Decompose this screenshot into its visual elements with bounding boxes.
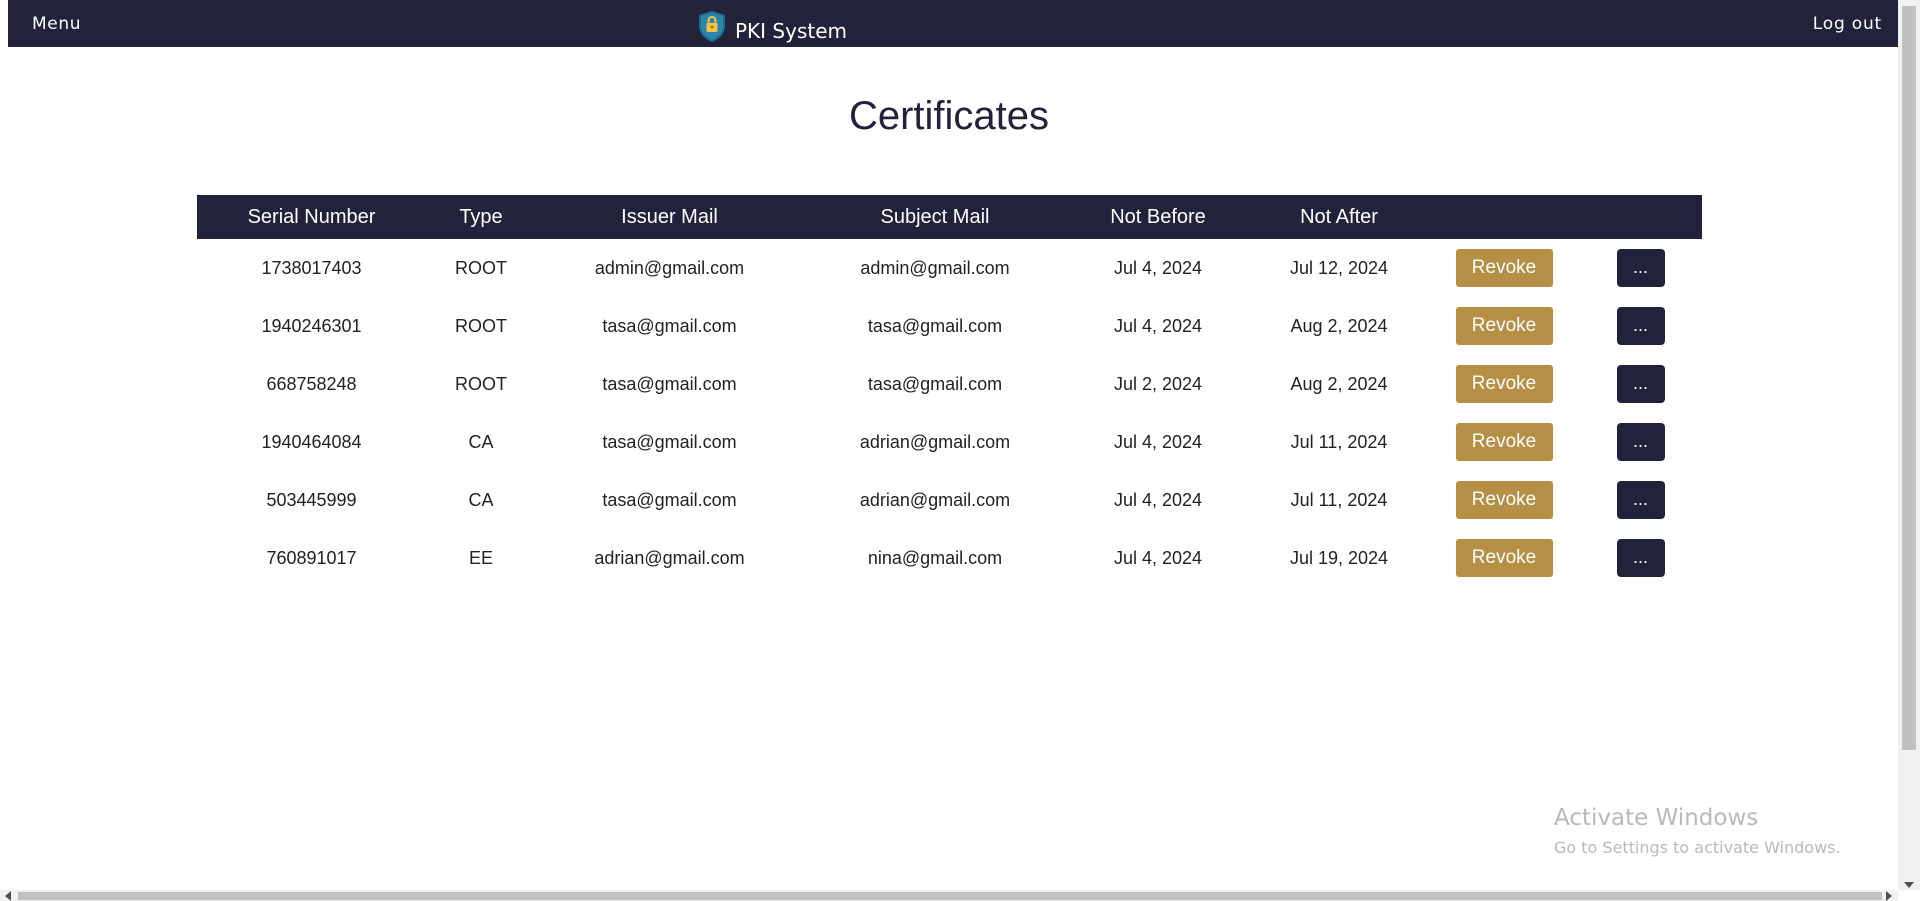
not-after-cell: Aug 2, 2024 <box>1290 315 1388 336</box>
type-cell: ROOT <box>455 373 507 394</box>
table-row: 760891017 EE adrian@gmail.com nina@gmail… <box>197 529 1702 587</box>
horizontal-scrollbar-thumb[interactable] <box>18 892 1882 900</box>
type-cell: ROOT <box>455 257 507 278</box>
not-after-cell: Jul 19, 2024 <box>1289 547 1389 568</box>
revoke-button[interactable]: Revoke <box>1455 423 1553 461</box>
issuer-cell: adrian@gmail.com <box>594 547 745 568</box>
shield-lock-icon <box>698 10 726 43</box>
revoke-button[interactable]: Revoke <box>1455 481 1553 519</box>
issuer-cell: admin@gmail.com <box>594 257 745 278</box>
not-after-cell: Jul 12, 2024 <box>1289 257 1389 278</box>
serial-cell: 1940464084 <box>261 431 362 452</box>
more-cell: ... <box>1579 297 1702 355</box>
page-title: Certificates <box>848 94 1050 138</box>
activate-windows-watermark: Activate Windows Go to Settings to activ… <box>1554 805 1841 857</box>
subject-cell: nina@gmail.com <box>867 547 1003 568</box>
table-row: 1940246301 ROOT tasa@gmail.com tasa@gmai… <box>197 297 1702 355</box>
serial-cell: 1738017403 <box>261 257 362 278</box>
header-not-after: Not After <box>1300 205 1378 228</box>
not-after-cell: Aug 2, 2024 <box>1290 373 1388 394</box>
issuer-cell: tasa@gmail.com <box>602 315 737 336</box>
table-row: 668758248 ROOT tasa@gmail.com tasa@gmail… <box>197 355 1702 413</box>
not-before-cell: Jul 4, 2024 <box>1113 257 1203 278</box>
revoke-cell: Revoke <box>1429 355 1579 413</box>
table-row: 503445999 CA tasa@gmail.com adrian@gmail… <box>197 471 1702 529</box>
revoke-cell: Revoke <box>1429 297 1579 355</box>
not-before-cell: Jul 2, 2024 <box>1113 373 1203 394</box>
not-after-cell: Jul 11, 2024 <box>1290 431 1388 452</box>
issuer-cell: tasa@gmail.com <box>602 489 737 510</box>
header-type: Type <box>459 205 503 228</box>
certificates-table: Serial Number Type Issuer Mail Subject M… <box>197 195 1702 587</box>
revoke-cell: Revoke <box>1429 239 1579 297</box>
more-options-button[interactable]: ... <box>1616 481 1665 519</box>
subject-cell: tasa@gmail.com <box>867 373 1003 394</box>
subject-cell: tasa@gmail.com <box>867 315 1003 336</box>
table-row: 1738017403 ROOT admin@gmail.com admin@gm… <box>197 239 1702 297</box>
revoke-cell: Revoke <box>1429 471 1579 529</box>
subject-cell: adrian@gmail.com <box>859 431 1011 452</box>
vertical-scrollbar[interactable] <box>1898 0 1920 890</box>
more-options-button[interactable]: ... <box>1616 249 1665 287</box>
not-after-cell: Jul 11, 2024 <box>1290 489 1388 510</box>
subject-cell: admin@gmail.com <box>860 257 1010 278</box>
revoke-button[interactable]: Revoke <box>1455 539 1553 577</box>
header-issuer-mail: Issuer Mail <box>621 205 718 228</box>
serial-cell: 1940246301 <box>261 315 362 336</box>
subject-cell: adrian@gmail.com <box>859 489 1011 510</box>
type-cell: CA <box>468 431 494 452</box>
menu-button[interactable]: Menu <box>32 14 81 34</box>
revoke-button[interactable]: Revoke <box>1455 307 1553 345</box>
header-revoke-column <box>1429 195 1579 239</box>
revoke-cell: Revoke <box>1429 413 1579 471</box>
serial-cell: 503445999 <box>266 489 357 510</box>
header-serial-number: Serial Number <box>247 205 376 228</box>
revoke-button[interactable]: Revoke <box>1455 365 1553 403</box>
brand-link[interactable]: PKI System <box>698 6 847 46</box>
brand-name: PKI System <box>735 19 848 43</box>
not-before-cell: Jul 4, 2024 <box>1113 431 1203 452</box>
more-cell: ... <box>1579 413 1702 471</box>
not-before-cell: Jul 4, 2024 <box>1113 489 1203 510</box>
more-cell: ... <box>1579 471 1702 529</box>
serial-cell: 668758248 <box>266 373 357 394</box>
more-options-button[interactable]: ... <box>1616 539 1665 577</box>
header-more-column <box>1579 195 1702 239</box>
issuer-cell: tasa@gmail.com <box>602 431 737 452</box>
top-navbar: Menu PKI System Log out <box>8 0 1898 47</box>
more-cell: ... <box>1579 529 1702 587</box>
app-window: Menu PKI System Log out Certificates Ser… <box>0 0 1920 901</box>
scroll-down-arrow-icon[interactable] <box>1904 882 1914 888</box>
scroll-left-arrow-icon[interactable] <box>5 891 11 901</box>
more-options-button[interactable]: ... <box>1616 423 1665 461</box>
serial-cell: 760891017 <box>266 547 357 568</box>
table-row: 1940464084 CA tasa@gmail.com adrian@gmai… <box>197 413 1702 471</box>
revoke-button[interactable]: Revoke <box>1455 249 1553 287</box>
type-cell: EE <box>468 547 493 568</box>
table-header-row: Serial Number Type Issuer Mail Subject M… <box>197 195 1702 239</box>
vertical-scrollbar-thumb[interactable] <box>1902 6 1916 750</box>
watermark-subtitle: Go to Settings to activate Windows. <box>1554 838 1841 857</box>
more-cell: ... <box>1579 355 1702 413</box>
horizontal-scrollbar[interactable] <box>0 890 1898 901</box>
more-options-button[interactable]: ... <box>1616 307 1665 345</box>
type-cell: ROOT <box>455 315 507 336</box>
not-before-cell: Jul 4, 2024 <box>1113 547 1203 568</box>
not-before-cell: Jul 4, 2024 <box>1113 315 1203 336</box>
watermark-title: Activate Windows <box>1554 805 1759 831</box>
logout-button[interactable]: Log out <box>1813 14 1882 34</box>
more-cell: ... <box>1579 239 1702 297</box>
more-options-button[interactable]: ... <box>1616 365 1665 403</box>
type-cell: CA <box>468 489 494 510</box>
revoke-cell: Revoke <box>1429 529 1579 587</box>
header-subject-mail: Subject Mail <box>880 205 990 228</box>
issuer-cell: tasa@gmail.com <box>602 373 737 394</box>
scroll-right-arrow-icon[interactable] <box>1886 891 1892 901</box>
header-not-before: Not Before <box>1110 205 1206 228</box>
